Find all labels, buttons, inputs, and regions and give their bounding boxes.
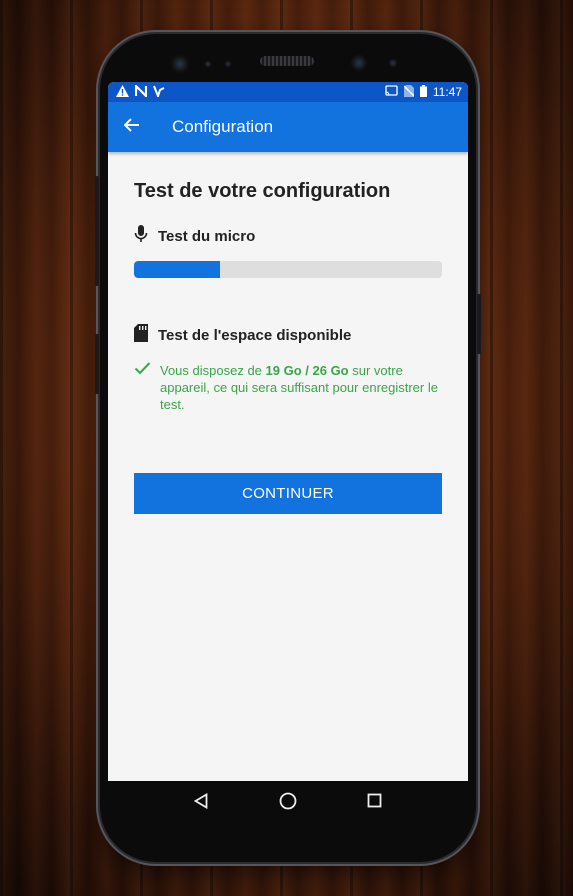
main-content: Test de votre configuration Test du micr… — [108, 152, 468, 514]
storage-message: Vous disposez de 19 Go / 26 Go sur votre… — [134, 362, 442, 413]
nav-home-icon — [279, 792, 297, 815]
navigation-bar — [108, 781, 468, 825]
front-camera — [170, 54, 190, 74]
mic-progress-bar — [134, 261, 442, 278]
cast-icon — [385, 85, 398, 99]
battery-icon — [419, 84, 427, 100]
sd-card-icon — [134, 324, 148, 346]
earpiece-speaker — [260, 56, 314, 66]
nav-back-icon — [194, 792, 208, 814]
app-bar-title: Configuration — [172, 117, 274, 136]
nav-back-button[interactable] — [186, 788, 216, 818]
nfc-icon — [134, 82, 148, 100]
sensor-dot — [204, 60, 212, 68]
storage-amount: 19 Go / 26 Go — [265, 363, 349, 378]
nav-home-button[interactable] — [273, 788, 303, 818]
page-title: Test de votre configuration — [134, 180, 391, 202]
mic-test-section: Test du micro — [134, 225, 442, 278]
back-button[interactable] — [108, 117, 156, 138]
warning-icon — [116, 84, 129, 100]
mic-test-label: Test du micro — [158, 227, 256, 245]
iris-camera — [350, 54, 368, 72]
volume-button — [95, 334, 99, 394]
power-button — [95, 176, 99, 286]
phone-frame: 11:47 Configuration Test de votre config… — [95, 34, 481, 862]
arrow-back-icon — [123, 117, 140, 138]
nav-recents-button[interactable] — [360, 788, 390, 818]
app-bar: Configuration — [108, 102, 468, 152]
nav-recents-icon — [367, 793, 382, 813]
status-time: 11:47 — [432, 85, 462, 99]
sensor-dot — [224, 60, 232, 68]
status-bar: 11:47 — [108, 82, 468, 102]
storage-test-section: Test de l'espace disponible Vous dispose… — [134, 324, 442, 413]
bixby-button — [477, 294, 481, 354]
mic-progress-fill — [134, 261, 221, 278]
storage-test-label: Test de l'espace disponible — [158, 326, 352, 344]
screen: 11:47 Configuration Test de votre config… — [108, 82, 468, 781]
storage-message-text: Vous disposez de 19 Go / 26 Go sur votre… — [160, 363, 438, 412]
continue-button[interactable]: CONTINUER — [134, 473, 442, 514]
iris-led — [388, 58, 398, 68]
microphone-icon — [134, 225, 148, 247]
no-sim-icon — [403, 84, 415, 100]
app-notification-icon — [153, 85, 165, 100]
check-icon — [134, 361, 152, 413]
